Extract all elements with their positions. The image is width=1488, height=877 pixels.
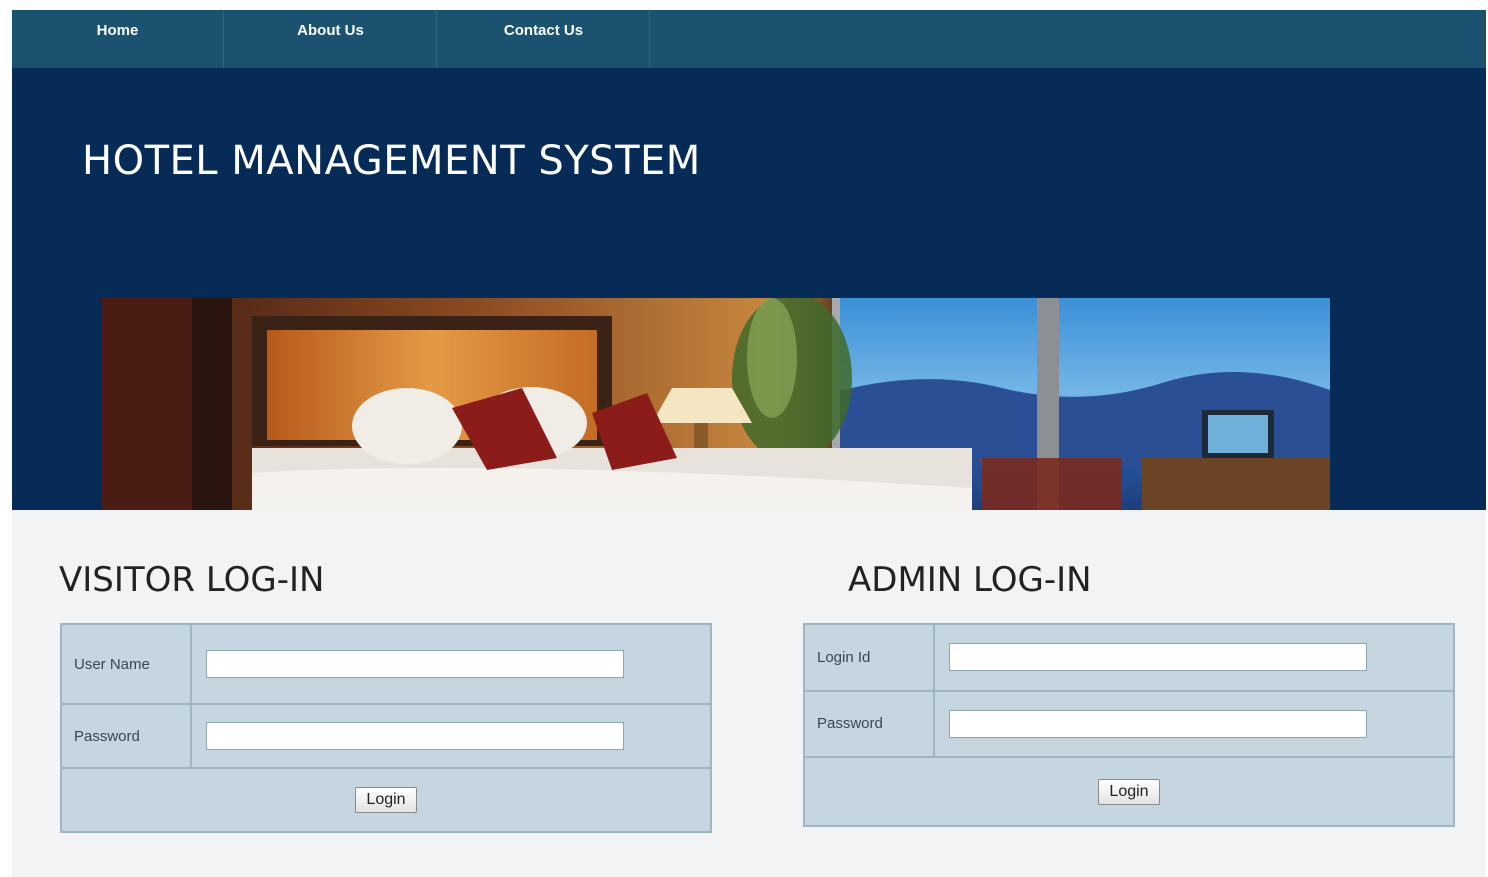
site-title: HOTEL MANAGEMENT SYSTEM: [82, 138, 701, 184]
visitor-login-title: VISITOR LOG-IN: [59, 560, 325, 600]
admin-login-button[interactable]: Login: [1098, 778, 1160, 805]
header: HOTEL MANAGEMENT SYSTEM: [12, 68, 1486, 510]
page: Home About Us Contact Us HOTEL MANAGEMEN…: [12, 10, 1486, 877]
admin-login-id-input[interactable]: [949, 643, 1367, 672]
top-navbar: Home About Us Contact Us: [12, 10, 1486, 68]
admin-password-input[interactable]: [949, 709, 1367, 738]
admin-login-form: Login Id Password Login: [803, 623, 1455, 827]
visitor-username-label: User Name: [60, 623, 192, 705]
hotel-room-banner-image: [102, 298, 1330, 510]
visitor-username-input[interactable]: [206, 650, 624, 678]
visitor-password-input[interactable]: [206, 722, 624, 750]
visitor-login-form: User Name Password Login: [60, 623, 712, 833]
visitor-login-button[interactable]: Login: [355, 787, 417, 813]
admin-password-label: Password: [803, 689, 935, 759]
visitor-password-label: Password: [60, 703, 192, 769]
admin-login-title: ADMIN LOG-IN: [848, 560, 1092, 600]
nav-home-link[interactable]: Home: [12, 10, 224, 68]
nav-contact-us-link[interactable]: Contact Us: [438, 10, 650, 68]
admin-login-id-label: Login Id: [803, 623, 935, 692]
nav-about-us-link[interactable]: About Us: [225, 10, 437, 68]
